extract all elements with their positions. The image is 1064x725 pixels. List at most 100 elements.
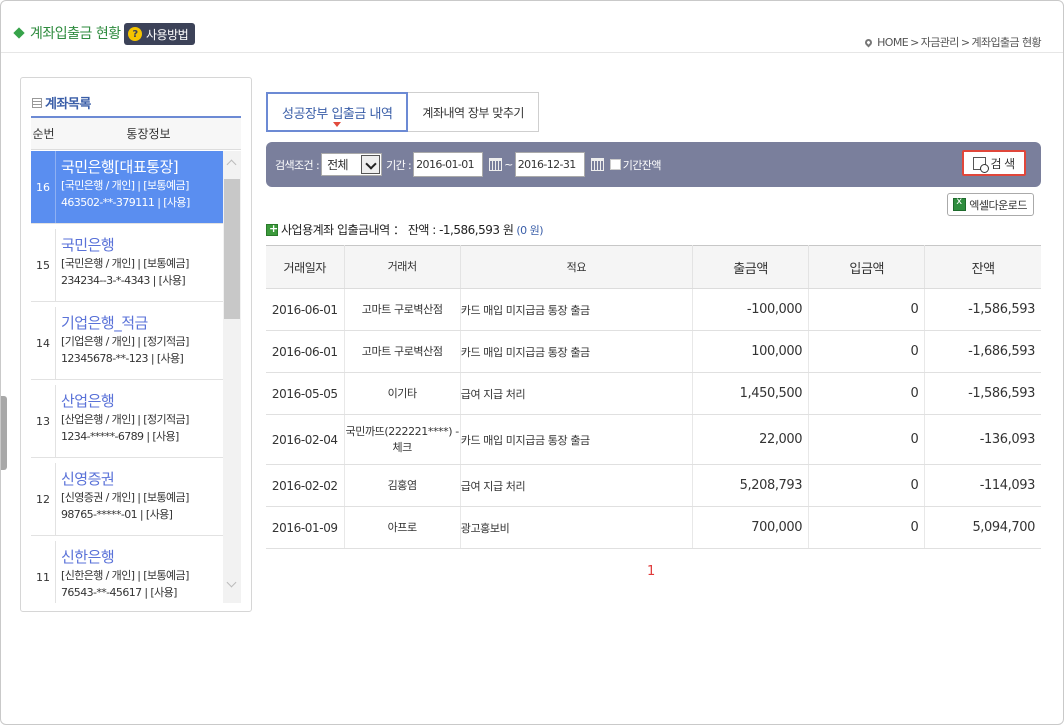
cell-deposit: 0 [808,414,926,465]
account-number: 12345678-**-123 | [사용] [61,352,184,365]
account-number: 234234--3-*-4343 | [사용] [61,274,186,287]
col-header-date: 거래일자 [266,245,345,289]
side-panel-handle[interactable] [1,396,7,470]
condition-select-value: 전체 [327,158,348,172]
start-date-input[interactable]: 2016-01-01 [413,152,484,177]
calendar-icon[interactable] [590,158,604,171]
table-row[interactable]: 2016-01-09 아프로 광고홍보비 700,000 0 5,094,700 [266,506,1041,549]
cell-date: 2016-02-04 [266,414,345,465]
cell-withdrawal: 5,208,793 [692,464,810,507]
breadcrumb-home[interactable]: HOME [877,36,909,49]
search-bar: 검색조건 : 전체 기간 : 2016-01-01 ~ 2016-12-31 기… [266,142,1041,187]
col-header-deposit: 입금액 [808,245,926,289]
search-button[interactable]: 검 색 [962,150,1026,176]
breadcrumb-separator: > [910,35,919,49]
breadcrumb-fund-mgmt[interactable]: 자금관리 [921,34,960,50]
cell-balance: -136,093 [924,414,1041,465]
cell-withdrawal: 1,450,500 [692,372,810,415]
account-num: 14 [31,307,56,379]
cell-date: 2016-02-02 [266,464,345,507]
condition-select[interactable]: 전체 [321,153,383,176]
period-label: 기간 : [386,158,412,172]
account-num: 15 [31,229,56,301]
account-item[interactable]: 11 신한은행 [신한은행 / 개인] | [보통예금] 76543-**-45… [31,541,241,603]
cell-date: 2016-01-09 [266,506,345,549]
cell-memo: 카드 매입 미지급금 통장 출금 [460,288,694,331]
account-type: [산업은행 / 개인] | [정기적금] [61,413,189,426]
account-type: [국민은행 / 개인] | [보통예금] [61,179,189,192]
col-header-balance: 잔액 [924,245,1041,289]
cell-party: 고마트 구로벽산점 [344,288,461,331]
search-button-label: 검 색 [990,156,1015,171]
cell-memo: 급여 지급 처리 [460,372,694,415]
account-type: [기업은행 / 개인] | [정기적금] [61,335,189,348]
app-window: 계좌입출금 현황 ? 사용방법 HOME > 자금관리 > 계좌입출금 현황 계… [0,0,1064,725]
tab-reconcile[interactable]: 계좌내역 장부 맞추기 [408,92,539,132]
cell-deposit: 0 [808,464,926,507]
account-type: [신한은행 / 개인] | [보통예금] [61,569,189,582]
excel-download-button[interactable]: 엑셀다운로드 [947,193,1034,216]
account-item[interactable]: 13 산업은행 [산업은행 / 개인] | [정기적금] 1234-*****-… [31,385,241,458]
cell-deposit: 0 [808,330,926,373]
pagination-current-page[interactable]: 1 [647,564,655,579]
account-item[interactable]: 12 신영증권 [신영증권 / 개인] | [보통예금] 98765-*****… [31,463,241,536]
account-type: [신영증권 / 개인] | [보통예금] [61,491,189,504]
breadcrumb: HOME > 자금관리 > 계좌입출금 현황 [863,34,1042,50]
cell-memo: 카드 매입 미지급금 통장 출금 [460,330,694,373]
account-bank-name: 기업은행_적금 [61,314,148,332]
col-header-withdrawal: 출금액 [692,245,810,289]
account-num: 11 [31,541,56,603]
location-pin-icon [863,37,874,47]
cell-balance: 5,094,700 [924,506,1041,549]
col-header-num: 순번 [32,127,55,141]
account-number: 1234-*****-6789 | [사용] [61,430,179,443]
tab-ledger-transactions[interactable]: 성공장부 입출금 내역 [266,92,409,132]
cell-deposit: 0 [808,372,926,415]
cell-date: 2016-06-01 [266,288,345,331]
table-row[interactable]: 2016-06-01 고마트 구로벽산점 카드 매입 미지급금 통장 출금 10… [266,330,1041,373]
question-icon: ? [128,27,142,41]
cell-balance: -1,586,593 [924,288,1041,331]
cell-withdrawal: -100,000 [692,288,810,331]
list-icon [32,97,42,108]
account-number: 98765-*****-01 | [사용] [61,508,173,521]
breadcrumb-current: 계좌입출금 현황 [971,36,1041,49]
add-icon [266,222,278,236]
search-icon [973,156,990,173]
scroll-down-icon[interactable] [227,579,237,589]
account-list-header: 순번 통장정보 [31,116,241,150]
col-header-memo: 적요 [460,245,694,289]
cell-date: 2016-06-01 [266,330,345,373]
account-number: 76543-**-45617 | [사용] [61,586,177,599]
cell-withdrawal: 700,000 [692,506,810,549]
table-row[interactable]: 2016-02-04 국민까뜨(222221****) -체크 카드 매입 미지… [266,414,1041,465]
help-button-label: 사용방법 [146,27,189,42]
chevron-down-icon[interactable] [361,155,381,174]
help-button[interactable]: ? 사용방법 [124,23,196,45]
period-balance-label: 기간잔액 [622,158,662,172]
account-bank-name: 신한은행 [61,548,115,566]
table-header-row: 거래일자 거래처 적요 출금액 입금액 잔액 [266,245,1041,289]
account-num: 16 [31,151,56,223]
account-item[interactable]: 14 기업은행_적금 [기업은행 / 개인] | [정기적금] 12345678… [31,307,241,380]
account-num: 12 [31,463,56,535]
period-balance-checkbox[interactable] [609,159,621,170]
table-row[interactable]: 2016-05-05 이기타 급여 지급 처리 1,450,500 0 -1,5… [266,372,1041,415]
end-date-input[interactable]: 2016-12-31 [514,152,585,177]
calendar-icon[interactable] [489,158,503,171]
page-title-text: 계좌입출금 현황 [30,26,121,42]
caption-text: 사업용계좌 입출금내역 ： 잔액 : -1,586,593 원 [281,223,514,237]
scroll-thumb[interactable] [224,179,240,319]
cell-withdrawal: 22,000 [692,414,810,465]
table-row[interactable]: 2016-02-02 김홍염 급여 지급 처리 5,208,793 0 -114… [266,464,1041,507]
table-caption: 사업용계좌 입출금내역 ： 잔액 : -1,586,593 원 (0 원) [266,221,544,238]
account-item[interactable]: 16 국민은행[대표통장] [국민은행 / 개인] | [보통예금] 46350… [31,151,241,224]
cell-balance: -114,093 [924,464,1041,507]
table-row[interactable]: 2016-06-01 고마트 구로벽산점 카드 매입 미지급금 통장 출금 -1… [266,288,1041,331]
scroll-up-icon[interactable] [227,157,237,167]
cell-party: 김홍염 [344,464,461,507]
range-separator: ~ [504,158,513,171]
account-item[interactable]: 15 국민은행 [국민은행 / 개인] | [보통예금] 234234--3-*… [31,229,241,302]
account-list-scrollbar[interactable] [223,151,241,603]
cell-party: 국민까뜨(222221****) -체크 [344,414,461,465]
